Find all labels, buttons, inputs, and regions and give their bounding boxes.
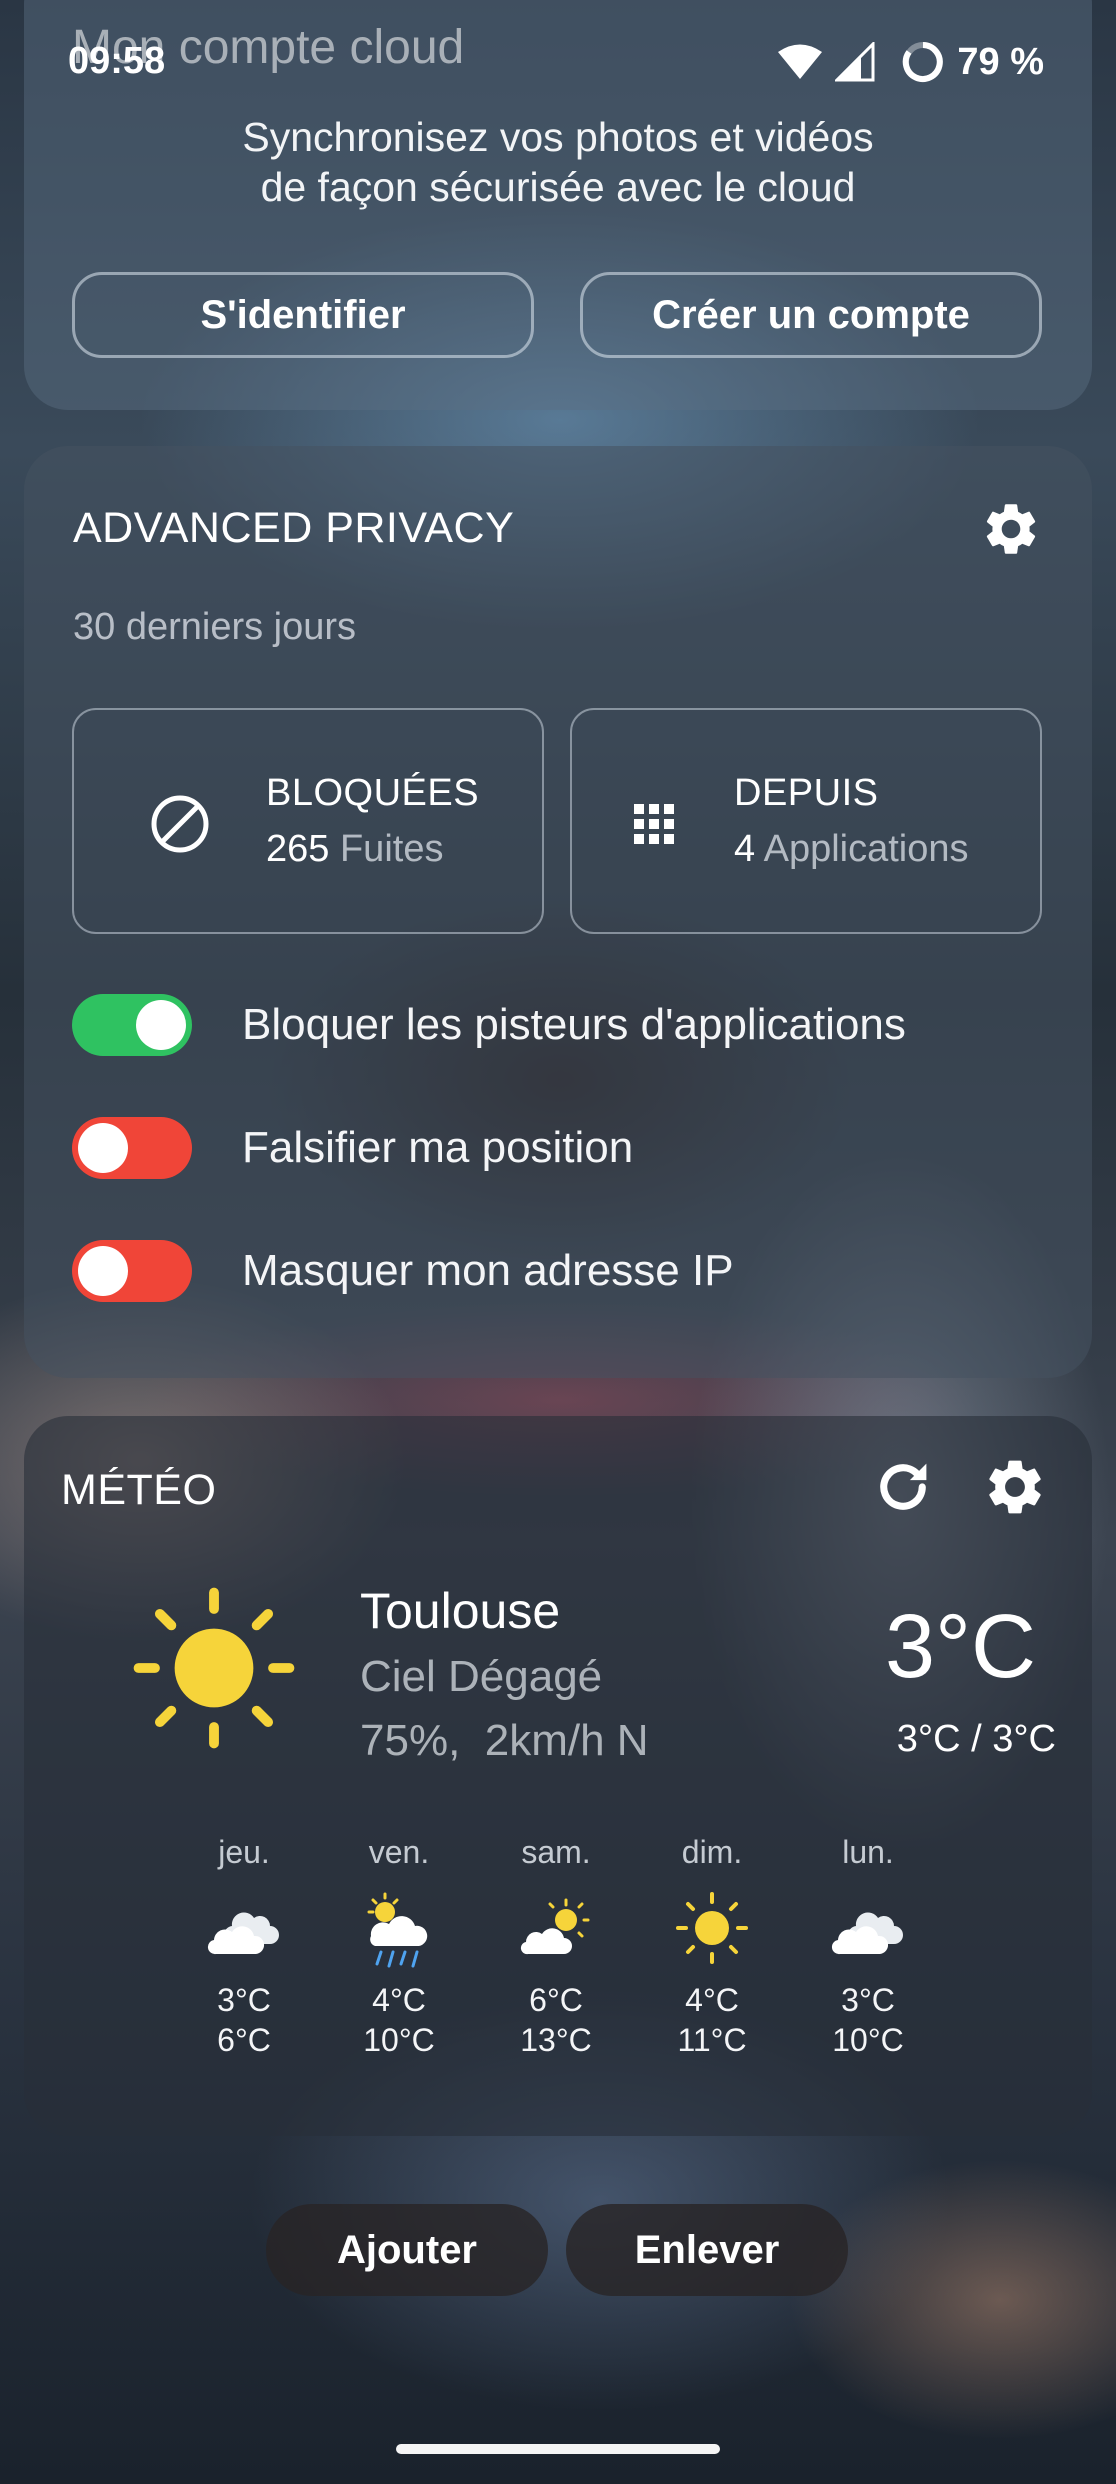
status-time: 09:58 bbox=[68, 40, 166, 82]
wifi-icon bbox=[778, 44, 823, 79]
apps-label: DEPUIS bbox=[734, 772, 879, 814]
apps-value: 4 Applications bbox=[734, 828, 969, 871]
weather-min-max: 3°C / 3°C bbox=[896, 1718, 1056, 1760]
weather-current-temp: 3°C bbox=[884, 1597, 1036, 1697]
forecast-min-temp: 6°C bbox=[529, 1982, 583, 2018]
cloudy-icon bbox=[831, 1912, 903, 1955]
cloudy-icon bbox=[207, 1912, 279, 1955]
hide-ip-toggle[interactable] bbox=[72, 1240, 192, 1302]
block-trackers-toggle[interactable] bbox=[72, 994, 192, 1056]
block-trackers-label: Bloquer les pisteurs d'applications bbox=[242, 1000, 906, 1049]
forecast-min-temp: 4°C bbox=[685, 1982, 739, 2018]
apps-unit: Applications bbox=[763, 828, 969, 870]
refresh-icon[interactable] bbox=[870, 1454, 936, 1520]
toggle-knob bbox=[136, 1000, 186, 1050]
forecast-day: sam. 6°C 13°C bbox=[486, 1830, 626, 2060]
forecast-day: jeu. 3°C 6°C bbox=[174, 1830, 314, 2060]
blocked-unit: Fuites bbox=[339, 828, 444, 870]
advanced-privacy-widget: ADVANCED PRIVACY 30 derniers jours BLOQU… bbox=[24, 446, 1092, 1378]
forecast-day-name: ven. bbox=[368, 1834, 430, 1870]
blocked-value: 265 Fuites bbox=[266, 828, 443, 871]
home-indicator[interactable] bbox=[396, 2444, 720, 2454]
toggle-row-block-trackers: Bloquer les pisteurs d'applications bbox=[72, 990, 1044, 1060]
block-icon bbox=[151, 795, 209, 853]
weather-widget: MÉTÉO Toulouse Ciel Dégagé 75%, 2km/h N … bbox=[24, 1416, 1092, 2136]
remove-widget-button[interactable]: Enlever bbox=[566, 2204, 848, 2296]
apps-grid-icon bbox=[634, 804, 674, 844]
cloud-description-line-2: de façon sécurisée avec le cloud bbox=[260, 164, 856, 210]
weather-widget-title: MÉTÉO bbox=[61, 1466, 217, 1514]
forecast-day: dim. 4°C 11°C bbox=[642, 1830, 782, 2060]
blocked-label: BLOQUÉES bbox=[266, 772, 480, 814]
privacy-period: 30 derniers jours bbox=[73, 606, 357, 648]
apps-stat[interactable]: DEPUIS 4 Applications bbox=[570, 708, 1042, 934]
apps-count: 4 bbox=[734, 828, 756, 870]
forecast-min-temp: 3°C bbox=[217, 1982, 271, 2018]
forecast-day-name: dim. bbox=[681, 1834, 743, 1870]
login-button[interactable]: S'identifier bbox=[72, 272, 534, 358]
status-bar: 09:58 79 % bbox=[0, 0, 1116, 130]
rain-icon bbox=[367, 1892, 428, 1968]
sun-icon bbox=[676, 1892, 748, 1964]
forecast-max-temp: 11°C bbox=[677, 2022, 747, 2058]
signal-icon bbox=[835, 42, 875, 82]
fake-location-label: Falsifier ma position bbox=[242, 1123, 634, 1172]
forecast-day: ven. 4°C 10°C bbox=[329, 1830, 469, 2060]
privacy-widget-title: ADVANCED PRIVACY bbox=[73, 504, 515, 552]
fake-location-toggle[interactable] bbox=[72, 1117, 192, 1179]
forecast-max-temp: 10°C bbox=[832, 2022, 904, 2058]
battery-percent: 79 % bbox=[957, 40, 1044, 83]
forecast-day-name: sam. bbox=[521, 1834, 591, 1870]
toggle-row-hide-ip: Masquer mon adresse IP bbox=[72, 1236, 1044, 1306]
blocked-count: 265 bbox=[266, 828, 330, 870]
toggle-knob bbox=[78, 1123, 128, 1173]
hide-ip-label: Masquer mon adresse IP bbox=[242, 1246, 734, 1295]
sun-icon bbox=[133, 1587, 295, 1749]
privacy-settings-gear-icon[interactable] bbox=[980, 498, 1042, 560]
weather-settings-gear-icon[interactable] bbox=[982, 1454, 1048, 1520]
forecast-max-temp: 10°C bbox=[363, 2022, 435, 2058]
forecast-day-name: jeu. bbox=[218, 1834, 270, 1870]
weather-humidity-wind: 75%, 2km/h N bbox=[360, 1716, 649, 1765]
weather-condition: Ciel Dégagé bbox=[360, 1652, 603, 1701]
create-account-button[interactable]: Créer un compte bbox=[580, 272, 1042, 358]
forecast-min-temp: 4°C bbox=[372, 1982, 426, 2018]
weather-city: Toulouse bbox=[360, 1583, 561, 1639]
forecast-max-temp: 6°C bbox=[217, 2022, 271, 2058]
forecast-day-name: lun. bbox=[842, 1834, 894, 1870]
forecast-min-temp: 3°C bbox=[841, 1982, 895, 2018]
add-widget-button[interactable]: Ajouter bbox=[266, 2204, 548, 2296]
battery-ring-icon bbox=[903, 42, 944, 82]
partly-sunny-icon bbox=[520, 1898, 590, 1955]
toggle-knob bbox=[78, 1246, 128, 1296]
forecast-max-temp: 13°C bbox=[520, 2022, 592, 2058]
status-indicators: 79 % bbox=[777, 40, 1044, 84]
forecast-day: lun. 3°C 10°C bbox=[798, 1830, 938, 2060]
toggle-row-fake-location: Falsifier ma position bbox=[72, 1113, 1044, 1183]
blocked-leaks-stat[interactable]: BLOQUÉES 265 Fuites bbox=[72, 708, 544, 934]
